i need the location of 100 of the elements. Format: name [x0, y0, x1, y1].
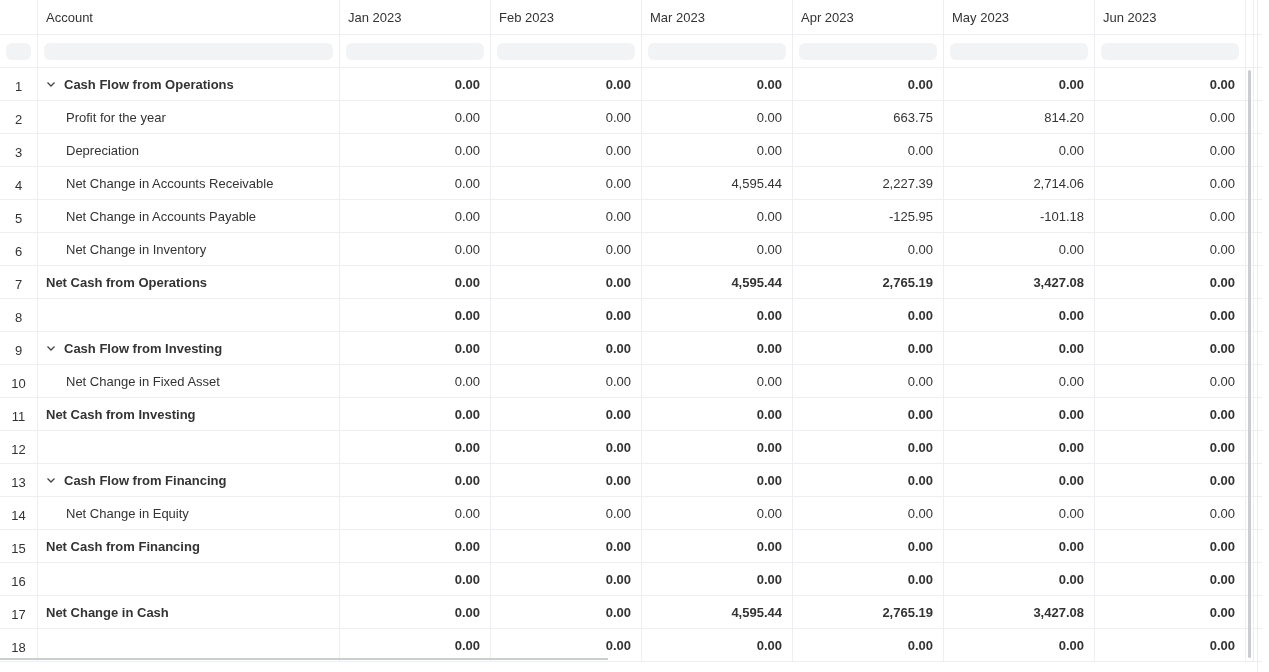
amount-cell: 0.00	[340, 464, 491, 496]
row-number: 12	[0, 431, 38, 463]
amount-cell: 0.00	[340, 200, 491, 232]
amount-cell: 0.00	[944, 365, 1095, 397]
amount-cell: -125.95	[793, 200, 944, 232]
amount-cell: 0.00	[642, 332, 793, 364]
amount-cell: 0.00	[1095, 365, 1246, 397]
amount-cell: 4,595.44	[642, 266, 793, 298]
row-number: 7	[0, 266, 38, 298]
amount-cell: 814.20	[944, 101, 1095, 133]
amount-cell: 0.00	[1095, 530, 1246, 562]
account-name: Net Change in Cash	[46, 604, 169, 620]
amount-cell: 0.00	[793, 332, 944, 364]
amount-cell: 0.00	[1095, 233, 1246, 265]
amount-cell: 0.00	[491, 299, 642, 331]
row-number: 16	[0, 563, 38, 595]
amount-cell: 4,595.44	[642, 167, 793, 199]
amount-cell: 0.00	[793, 431, 944, 463]
amount-cell: 0.00	[642, 530, 793, 562]
amount-cell: 0.00	[340, 68, 491, 100]
row-number: 9	[0, 332, 38, 364]
amount-cell: 0.00	[793, 464, 944, 496]
amount-cell: 0.00	[1095, 563, 1246, 595]
amount-cell: 0.00	[1095, 68, 1246, 100]
amount-cell: 0.00	[340, 497, 491, 529]
amount-cell: 0.00	[340, 266, 491, 298]
amount-cell: 0.00	[340, 332, 491, 364]
column-header[interactable]: Mar 2023	[642, 0, 793, 34]
amount-cell: 0.00	[944, 134, 1095, 166]
row-number: 5	[0, 200, 38, 232]
amount-cell: 0.00	[642, 299, 793, 331]
column-header[interactable]: May 2023	[944, 0, 1095, 34]
amount-cell: 0.00	[642, 134, 793, 166]
account-name: Net Change in Inventory	[66, 241, 207, 257]
column-header[interactable]: Jun 2023	[1095, 0, 1246, 34]
amount-cell: 0.00	[944, 299, 1095, 331]
scrollbar[interactable]	[1248, 70, 1251, 658]
amount-cell: 0.00	[793, 629, 944, 661]
row-number: 14	[0, 497, 38, 529]
amount-cell: 0.00	[642, 200, 793, 232]
amount-cell: 0.00	[340, 101, 491, 133]
amount-cell: 0.00	[340, 299, 491, 331]
amount-cell: 0.00	[491, 497, 642, 529]
amount-cell: 0.00	[944, 233, 1095, 265]
amount-cell: 0.00	[491, 332, 642, 364]
amount-cell: 0.00	[491, 134, 642, 166]
amount-cell: 0.00	[491, 431, 642, 463]
amount-cell: 0.00	[491, 530, 642, 562]
amount-cell: 0.00	[340, 563, 491, 595]
column-header[interactable]: Account	[38, 0, 340, 34]
amount-cell: 0.00	[340, 134, 491, 166]
amount-cell: 0.00	[1095, 431, 1246, 463]
account-name: Net Change in Accounts Payable	[66, 208, 257, 224]
horizontal-scrollbar[interactable]	[0, 658, 608, 660]
row-number: 6	[0, 233, 38, 265]
column-header[interactable]: Apr 2023	[793, 0, 944, 34]
amount-cell: 0.00	[340, 398, 491, 430]
row-number: 15	[0, 530, 38, 562]
amount-cell: 0.00	[1095, 629, 1246, 661]
amount-cell: 0.00	[944, 464, 1095, 496]
amount-cell: 0.00	[340, 365, 491, 397]
amount-cell: 4,595.44	[642, 596, 793, 628]
amount-cell: 0.00	[944, 68, 1095, 100]
account-name: Net Change in Fixed Asset	[66, 373, 220, 389]
row-number: 17	[0, 596, 38, 628]
chevron-down-icon[interactable]	[46, 343, 56, 353]
row-number: 11	[0, 398, 38, 430]
amount-cell: 0.00	[642, 497, 793, 529]
account-name: Depreciation	[66, 142, 139, 158]
row-number: 4	[0, 167, 38, 199]
row-number: 10	[0, 365, 38, 397]
amount-cell: 0.00	[793, 299, 944, 331]
column-header[interactable]: Feb 2023	[491, 0, 642, 34]
amount-cell: 0.00	[793, 134, 944, 166]
amount-cell: 0.00	[642, 68, 793, 100]
amount-cell: 0.00	[1095, 497, 1246, 529]
amount-cell: 0.00	[1095, 398, 1246, 430]
amount-cell: 0.00	[491, 464, 642, 496]
account-name: Net Change in Equity	[66, 505, 189, 521]
account-name: Cash Flow from Financing	[64, 472, 227, 488]
row-number: 8	[0, 299, 38, 331]
amount-cell: 0.00	[642, 431, 793, 463]
account-name: Net Cash from Financing	[46, 538, 200, 554]
amount-cell: 0.00	[491, 398, 642, 430]
account-name: Net Cash from Operations	[46, 274, 208, 290]
amount-cell: 0.00	[793, 68, 944, 100]
amount-cell: 0.00	[642, 398, 793, 430]
row-number: 1	[0, 68, 38, 100]
amount-cell: 0.00	[1095, 101, 1246, 133]
amount-cell: 2,765.19	[793, 266, 944, 298]
amount-cell: 0.00	[340, 233, 491, 265]
chevron-down-icon[interactable]	[46, 475, 56, 485]
amount-cell: 0.00	[491, 101, 642, 133]
column-header[interactable]: Jan 2023	[340, 0, 491, 34]
amount-cell: 663.75	[793, 101, 944, 133]
amount-cell: 0.00	[340, 431, 491, 463]
chevron-down-icon[interactable]	[46, 79, 56, 89]
amount-cell: 0.00	[1095, 200, 1246, 232]
amount-cell: 0.00	[642, 563, 793, 595]
row-number: 3	[0, 134, 38, 166]
